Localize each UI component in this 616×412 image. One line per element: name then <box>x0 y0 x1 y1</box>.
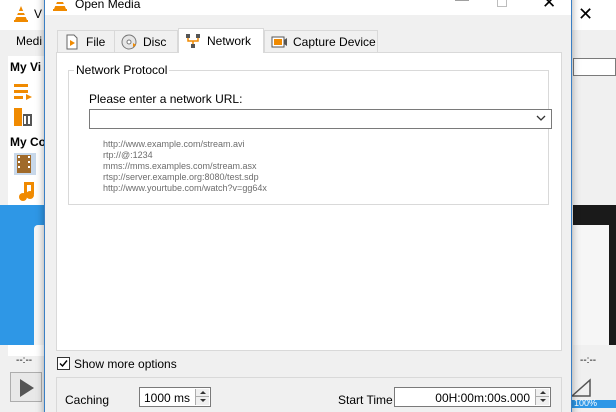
network-url-label: Please enter a network URL: <box>89 92 243 106</box>
minimize-icon[interactable]: — <box>455 0 469 7</box>
checkmark-icon <box>59 360 68 368</box>
play-icon <box>20 379 34 397</box>
start-time-spinbox[interactable]: 00H:00m:00s.000 <box>394 387 551 407</box>
video-area-left-edge <box>34 225 44 345</box>
start-time-spin-buttons <box>535 389 549 405</box>
play-button[interactable] <box>10 372 42 402</box>
sidebar-section-my-videos: My Vi <box>10 60 42 74</box>
main-search-input[interactable] <box>573 58 616 76</box>
tab-network-label: Network <box>207 34 252 48</box>
url-example: http://www.yourtube.com/watch?v=gg64x <box>103 183 267 193</box>
network-url-input[interactable] <box>89 109 552 129</box>
caching-spinbox[interactable]: 1000 ms <box>139 387 211 407</box>
tab-network[interactable]: Network <box>178 28 264 53</box>
close-icon[interactable]: ✕ <box>542 0 556 11</box>
video-area-right-edge <box>573 225 609 345</box>
caching-value[interactable]: 1000 ms <box>144 391 190 405</box>
main-close-icon[interactable]: ✕ <box>578 5 593 23</box>
dialog-title: Open Media <box>75 0 141 11</box>
main-menu-media[interactable]: Medi <box>16 34 42 48</box>
url-examples: http://www.example.com/stream.avi rtp://… <box>103 139 267 194</box>
chevron-down-icon[interactable] <box>535 112 547 124</box>
url-example: http://www.example.com/stream.avi <box>103 139 245 149</box>
network-icon <box>186 34 200 48</box>
open-media-dialog: Open Media — ✕ File Disc Network Capture… <box>44 0 572 412</box>
tab-disc[interactable]: Disc <box>114 30 178 52</box>
volume-level: 100% <box>574 398 598 408</box>
total-time: --:-- <box>580 355 597 366</box>
caching-label: Caching <box>65 393 110 407</box>
tab-capture-device[interactable]: Capture Device <box>264 30 378 52</box>
start-time-decrement-button[interactable] <box>536 397 549 405</box>
vlc-cone-icon <box>14 6 28 22</box>
file-icon <box>66 34 78 49</box>
caching-increment-button[interactable] <box>196 389 209 397</box>
tab-file[interactable]: File <box>57 30 115 52</box>
tab-file-label: File <box>86 34 106 49</box>
music-note-icon[interactable] <box>16 180 38 202</box>
vlc-cone-icon <box>53 0 67 11</box>
tab-disc-label: Disc <box>143 34 167 49</box>
start-time-label: Start Time <box>338 393 393 407</box>
url-example: mms://mms.examples.com/stream.asx <box>103 161 257 171</box>
tab-capture-device-label: Capture Device <box>293 34 376 49</box>
volume-icon[interactable] <box>570 376 592 398</box>
url-example: rtp://@:1234 <box>103 150 153 160</box>
url-example: rtsp://server.example.org:8080/test.sdp <box>103 172 259 182</box>
start-time-increment-button[interactable] <box>536 389 549 397</box>
network-tab-panel: Please enter a network URL: http://www.e… <box>56 52 562 351</box>
playlist-icon[interactable] <box>12 80 34 102</box>
media-library-icon[interactable] <box>12 106 34 128</box>
video-film-icon[interactable] <box>14 153 36 175</box>
capture-device-icon <box>271 36 287 47</box>
elapsed-time: --:-- <box>16 355 33 366</box>
network-protocol-label: Network Protocol <box>74 63 170 77</box>
sidebar-section-my-computer: My Co <box>10 135 46 149</box>
maximize-icon[interactable] <box>497 0 507 7</box>
show-more-options-checkbox[interactable] <box>57 357 70 370</box>
caching-decrement-button[interactable] <box>196 397 209 405</box>
caching-spin-buttons <box>195 389 209 405</box>
main-window-title: V <box>34 7 43 21</box>
network-protocol-group: Please enter a network URL: http://www.e… <box>68 70 552 205</box>
disc-icon <box>121 34 137 49</box>
start-time-value[interactable]: 00H:00m:00s.000 <box>435 391 530 405</box>
show-more-options-label[interactable]: Show more options <box>74 357 177 371</box>
